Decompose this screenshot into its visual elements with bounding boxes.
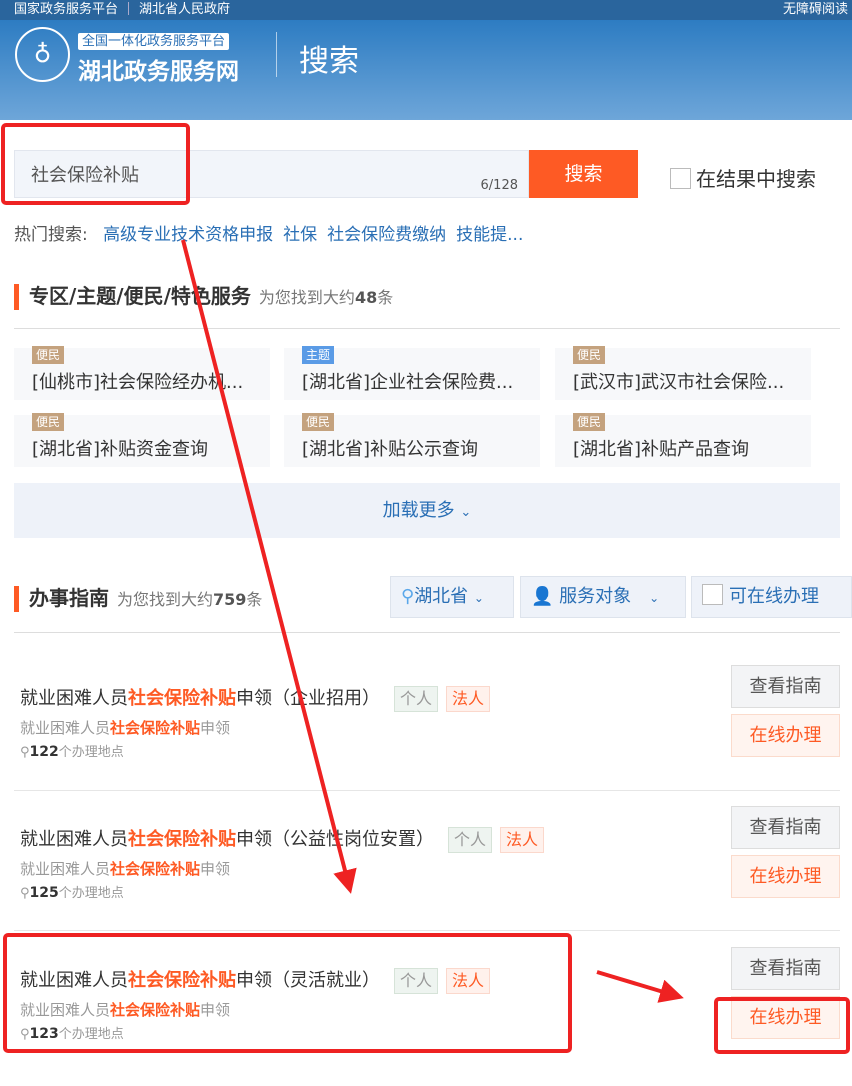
- service-card[interactable]: 便民 [湖北省]补贴公示查询: [284, 413, 540, 467]
- chevron-down-icon: ⌄: [649, 591, 660, 605]
- apply-online-button[interactable]: 在线办理: [731, 714, 840, 757]
- legal-badge: 法人: [500, 827, 545, 853]
- personal-badge: 个人: [394, 686, 439, 712]
- zone-section-title: 专区/主题/便民/特色服务 为您找到大约48条: [14, 284, 393, 310]
- search-box[interactable]: 6/128: [14, 150, 529, 198]
- legal-badge: 法人: [446, 968, 491, 994]
- service-card[interactable]: 便民 [湖北省]补贴产品查询: [555, 413, 811, 467]
- header: ♁ 全国一体化政务服务平台 湖北政务服务网 搜索: [0, 20, 852, 120]
- national-platform-link[interactable]: 国家政务服务平台: [14, 2, 118, 17]
- hot-item[interactable]: 高级专业技术资格申报: [103, 225, 273, 245]
- view-guide-button[interactable]: 查看指南: [731, 665, 840, 708]
- page-title: 搜索: [299, 44, 359, 79]
- apply-online-button[interactable]: 在线办理: [731, 855, 840, 898]
- char-count: 6/128: [480, 178, 518, 193]
- view-guide-button[interactable]: 查看指南: [731, 806, 840, 849]
- guide-item: 就业困难人员社会保险补贴申领（公益性岗位安置） 个人 法人 就业困难人员社会保险补贴…: [0, 806, 852, 945]
- site-logo[interactable]: 湖北政务服务网: [78, 52, 239, 86]
- service-card[interactable]: 便民 [湖北省]补贴资金查询: [14, 413, 270, 467]
- view-guide-button[interactable]: 查看指南: [731, 947, 840, 990]
- personal-badge: 个人: [448, 827, 493, 853]
- platform-subtitle: 全国一体化政务服务平台: [78, 33, 230, 50]
- top-bar: 国家政务服务平台 湖北省人民政府 无障碍阅读: [0, 0, 852, 20]
- chevron-down-icon: ⌄: [473, 591, 484, 605]
- location-pin-icon: ⚲: [20, 745, 30, 760]
- region-filter[interactable]: ⚲湖北省 ⌄: [390, 576, 514, 618]
- location-pin-icon: ⚲: [20, 886, 30, 901]
- search-in-results-label: 在结果中搜索: [696, 167, 816, 191]
- accessibility-link[interactable]: 无障碍阅读: [783, 0, 848, 20]
- personal-badge: 个人: [394, 968, 439, 994]
- location-pin-icon: ⚲: [20, 1027, 30, 1042]
- user-icon: 👤: [531, 586, 554, 607]
- load-more-button[interactable]: 加载更多 ⌄: [14, 483, 840, 538]
- online-filter-checkbox[interactable]: 可在线办理: [691, 576, 852, 618]
- guide-item: 就业困难人员社会保险补贴申领（灵活就业） 个人 法人 就业困难人员社会保险补贴申领 …: [0, 947, 852, 1086]
- hubei-gov-link[interactable]: 湖北省人民政府: [139, 2, 230, 17]
- location-pin-icon: ⚲: [401, 586, 415, 607]
- service-card[interactable]: 主题 [湖北省]企业社会保险费...: [284, 346, 540, 400]
- search-input[interactable]: [31, 163, 431, 184]
- hot-searches: 热门搜索: 高级专业技术资格申报 社保 社会保险费缴纳 技能提...: [14, 220, 523, 245]
- hot-label: 热门搜索:: [14, 225, 88, 245]
- legal-badge: 法人: [446, 686, 491, 712]
- service-target-filter[interactable]: 👤 服务对象 ⌄: [520, 576, 686, 618]
- search-in-results-checkbox[interactable]: 在结果中搜索: [670, 163, 816, 192]
- service-card[interactable]: 便民 [武汉市]武汉市社会保险...: [555, 346, 811, 400]
- search-button[interactable]: 搜索: [529, 150, 638, 198]
- emblem-logo-icon: ♁: [15, 27, 70, 82]
- guide-item: 就业困难人员社会保险补贴申领（企业招用） 个人 法人 就业困难人员社会保险补贴申领 …: [0, 665, 852, 804]
- hot-item[interactable]: 社会保险费缴纳: [327, 225, 446, 245]
- apply-online-button[interactable]: 在线办理: [731, 996, 840, 1039]
- hot-item[interactable]: 社保: [283, 225, 317, 245]
- service-card[interactable]: 便民 [仙桃市]社会保险经办机...: [14, 346, 270, 400]
- chevron-down-icon: ⌄: [460, 505, 472, 520]
- guide-section-title: 办事指南 为您找到大约759条: [14, 586, 262, 612]
- hot-item[interactable]: 技能提...: [456, 225, 523, 245]
